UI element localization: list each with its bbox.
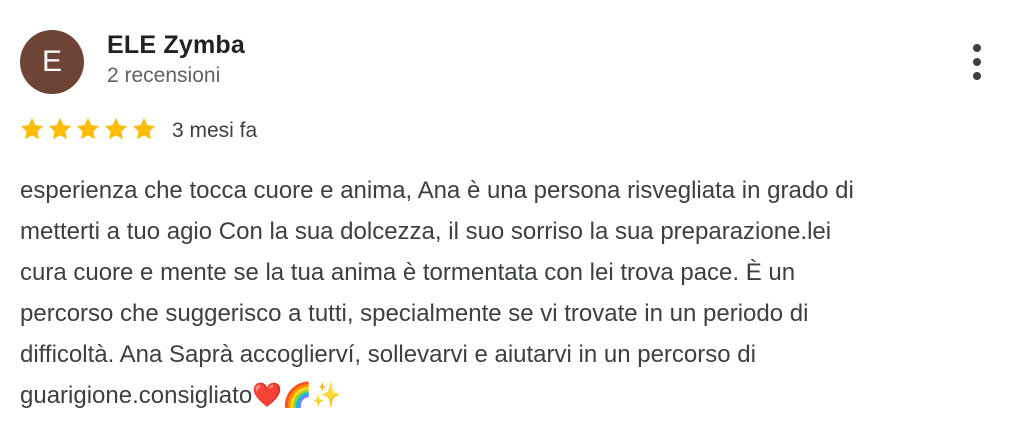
avatar-initial: E [41, 45, 62, 78]
avatar[interactable]: E [20, 30, 84, 94]
reviewer-name[interactable]: ELE Zymba [107, 31, 245, 60]
star-icon [48, 117, 72, 140]
star-icon [132, 117, 156, 140]
review-card: E ELE Zymba 2 recensioni 3 mesi fa esper… [0, 0, 1022, 424]
more-vertical-icon [973, 44, 981, 52]
star-rating [19, 116, 157, 142]
star-icon [104, 117, 128, 140]
review-date: 3 mesi fa [172, 119, 258, 142]
review-count[interactable]: 2 recensioni [107, 64, 220, 88]
more-vertical-icon-dot [973, 72, 981, 80]
more-options-button[interactable] [962, 40, 992, 84]
review-text: esperienza che tocca cuore e anima, Ana … [20, 177, 854, 409]
star-icon [76, 117, 100, 140]
more-vertical-icon-dot [973, 58, 981, 66]
star-icon [20, 117, 44, 140]
